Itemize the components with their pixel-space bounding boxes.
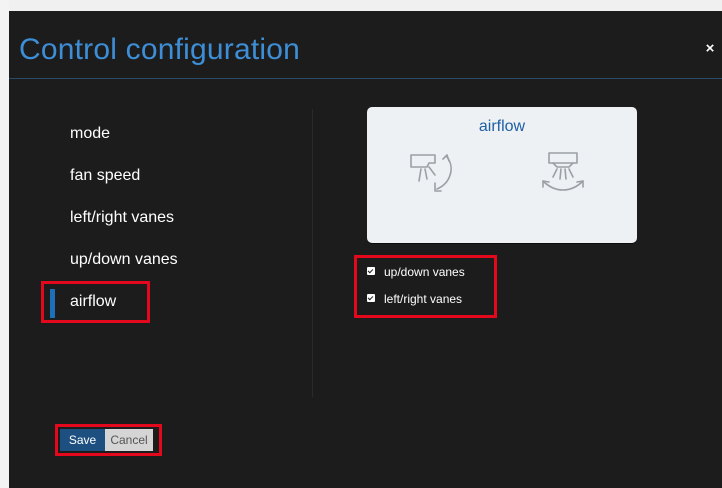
column-divider <box>312 109 313 397</box>
nav-item-mode[interactable]: mode <box>70 125 110 143</box>
control-configuration-dialog: Control configuration × mode fan speed l… <box>9 11 722 488</box>
nav-item-fan-speed[interactable]: fan speed <box>70 167 140 185</box>
dialog-title: Control configuration <box>19 33 301 66</box>
left-right-vanes-label: left/right vanes <box>384 292 463 306</box>
vane-up-down-icon <box>410 154 452 192</box>
preview-title: airflow <box>478 118 526 135</box>
up-down-vanes-label: up/down vanes <box>384 265 465 279</box>
cancel-button[interactable]: Cancel <box>105 429 153 451</box>
save-button[interactable]: Save <box>60 429 105 451</box>
left-right-vanes-checkbox[interactable] <box>367 294 375 302</box>
nav-item-airflow[interactable]: airflow <box>70 293 116 311</box>
backdrop-top <box>0 0 722 11</box>
up-down-vanes-checkbox[interactable] <box>367 267 375 275</box>
vane-left-right-icon <box>542 152 584 191</box>
active-indicator <box>50 289 55 318</box>
nav-item-up-down-vanes[interactable]: up/down vanes <box>70 251 178 269</box>
title-divider <box>9 78 722 79</box>
close-icon[interactable]: × <box>702 41 718 57</box>
airflow-preview-card: airflow <box>367 107 637 243</box>
backdrop-left <box>0 0 9 488</box>
nav-item-left-right-vanes[interactable]: left/right vanes <box>70 209 174 227</box>
